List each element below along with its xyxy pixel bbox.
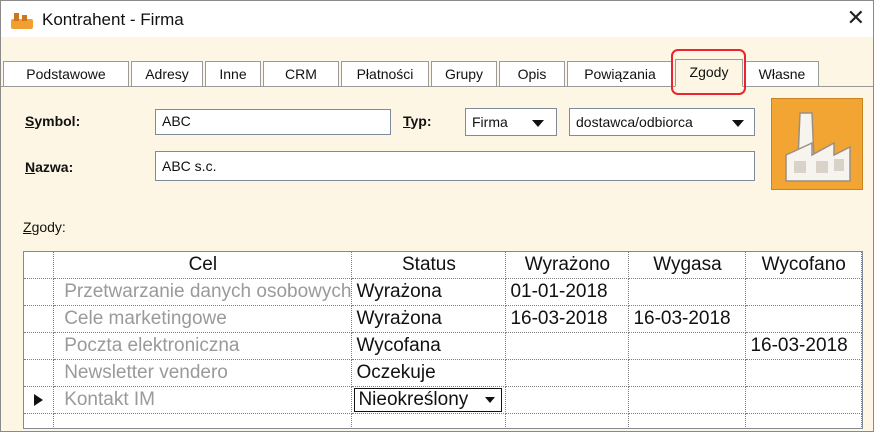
consents-label: Zgody: [23,219,66,235]
tab-podstawowe[interactable]: Podstawowe [3,61,129,86]
close-icon[interactable]: ✕ [847,5,865,31]
tab-opis[interactable]: Opis [499,61,565,86]
cell-cel[interactable]: Przetwarzanie danych osobowych [53,278,353,306]
typ-dropdown-arrow-icon[interactable] [532,120,544,127]
cell-status[interactable]: Oczekuje [351,359,507,387]
cell-wygasa[interactable] [628,386,747,414]
cell-wyrazono[interactable] [505,332,630,360]
title-bar: Kontrahent - Firma ✕ [1,1,873,37]
cell-wycofano[interactable] [745,278,862,306]
cell-cel[interactable]: Poczta elektroniczna [53,332,353,360]
cell-wycofano[interactable] [745,305,862,333]
cell-empty [745,413,862,428]
cell-wyrazono[interactable]: 16-03-2018 [505,305,630,333]
row-indicator[interactable] [24,278,55,306]
role-dropdown-arrow-icon[interactable] [732,120,744,127]
nazwa-label: Nazwa: [25,159,74,175]
tab-zgody[interactable]: Zgody [675,59,743,87]
symbol-input[interactable]: ABC [155,109,391,135]
grid-corner [24,252,55,279]
cell-empty [628,413,747,428]
cell-wyrazono[interactable]: 01-01-2018 [505,278,630,306]
cell-cel[interactable]: Kontakt IM [53,386,353,414]
cell-empty [505,413,630,428]
cell-wygasa[interactable]: 16-03-2018 [628,305,747,333]
column-header-wyrazono[interactable]: Wyrażono [505,252,630,279]
tab-inne[interactable]: Inne [205,61,261,86]
cell-status[interactable]: Wyrażona [351,305,507,333]
nazwa-input[interactable]: ABC s.c. [155,151,755,181]
column-header-cel[interactable]: Cel [53,252,353,279]
cell-empty [351,413,507,428]
table-row[interactable]: Cele marketingowe Wyrażona 16-03-2018 16… [24,305,862,333]
cell-cel[interactable]: Newsletter vendero [53,359,353,387]
row-indicator[interactable] [24,332,55,360]
table-row[interactable]: Przetwarzanie danych osobowych Wyrażona … [24,278,862,306]
cell-wygasa[interactable] [628,278,747,306]
current-row-arrow-icon [34,393,44,406]
cell-wygasa[interactable] [628,332,747,360]
tab-grupy[interactable]: Grupy [431,61,497,86]
cell-status[interactable]: Wyrażona [351,278,507,306]
typ-select[interactable]: Firma [465,108,557,136]
cell-status[interactable]: Wycofana [351,332,507,360]
grid-header-row: Cel Status Wyrażono Wygasa Wycofano [24,252,862,279]
status-dropdown-arrow-icon[interactable] [485,397,496,403]
tab-adresy[interactable]: Adresy [131,61,203,86]
column-header-wygasa[interactable]: Wygasa [628,252,747,279]
status-select[interactable]: Nieokreślony [354,388,503,412]
row-indicator[interactable] [24,386,55,414]
row-indicator[interactable] [24,359,55,387]
consents-grid: Cel Status Wyrażono Wygasa Wycofano Prze… [23,251,863,429]
typ-select-value: Firma [472,114,508,130]
cell-wyrazono[interactable] [505,359,630,387]
table-row[interactable]: Newsletter vendero Oczekuje [24,359,862,387]
contractor-window: Kontrahent - Firma ✕ Podstawowe Adresy I… [0,0,874,432]
cell-wycofano[interactable]: 16-03-2018 [745,332,862,360]
status-select-value: Nieokreślony [358,389,469,410]
app-logo-icon [11,13,33,29]
role-select[interactable]: dostawca/odbiorca [569,108,755,136]
tab-crm[interactable]: CRM [263,61,339,86]
column-header-status[interactable]: Status [351,252,507,279]
cell-status-editor[interactable]: Nieokreślony [351,386,507,414]
role-select-value: dostawca/odbiorca [576,114,693,130]
cell-wycofano[interactable] [745,386,862,414]
cell-cel[interactable]: Cele marketingowe [53,305,353,333]
cell-wygasa[interactable] [628,359,747,387]
cell-wyrazono[interactable] [505,386,630,414]
symbol-label: Symbol: [25,113,81,129]
tab-platnosci[interactable]: Płatności [341,61,429,86]
table-row-current[interactable]: Kontakt IM Nieokreślony [24,386,862,414]
column-header-wycofano[interactable]: Wycofano [745,252,862,279]
tab-powiazania[interactable]: Powiązania [567,61,673,86]
cell-wycofano[interactable] [745,359,862,387]
row-indicator [24,413,55,428]
table-row-empty [24,413,862,428]
row-indicator[interactable] [24,305,55,333]
factory-icon [771,98,863,190]
tab-wlasne[interactable]: Własne [745,61,819,86]
cell-empty [53,413,353,428]
table-row[interactable]: Poczta elektroniczna Wycofana 16-03-2018 [24,332,862,360]
typ-label: Typ: [403,113,432,129]
window-title: Kontrahent - Firma [42,10,184,29]
